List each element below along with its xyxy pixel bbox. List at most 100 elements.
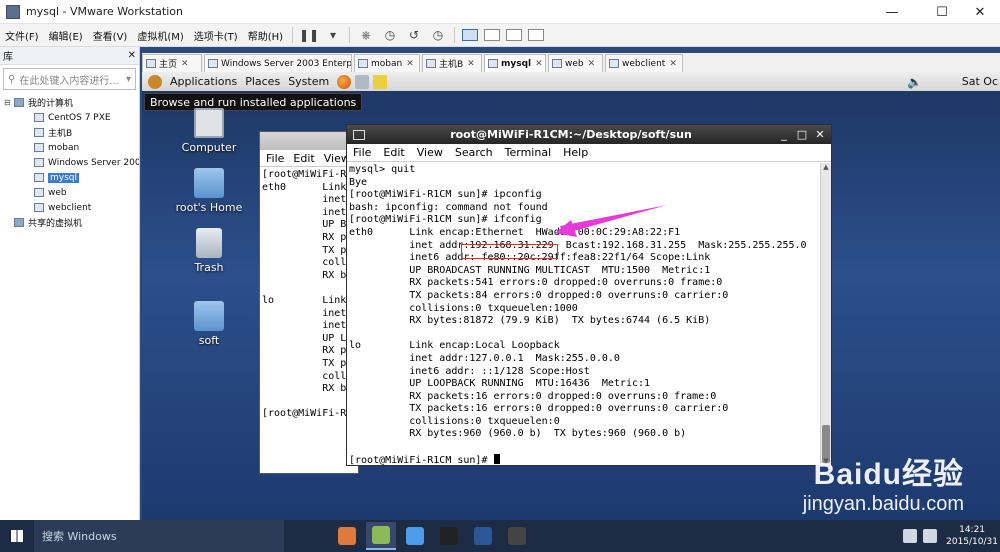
tab-webclient[interactable]: webclient ✕ (605, 54, 683, 72)
menu-file[interactable]: File (266, 152, 284, 165)
menu-help[interactable]: 帮助(H) (243, 28, 288, 43)
terminal-line: UP BR (262, 219, 353, 231)
snapshot-manager-icon[interactable]: ◷ (427, 25, 449, 45)
dropdown-arrow-icon[interactable]: ▾ (322, 25, 344, 45)
close-icon[interactable]: ✕ (406, 59, 414, 69)
terminal-line: inet addr:127.0.0.1 Mask:255.0.0.0 (349, 352, 620, 364)
terminal-scrollbar[interactable]: ▲ ▼ (820, 163, 831, 465)
places-menu[interactable]: Places (245, 75, 280, 88)
terminal-line: RX bytes:960 (960.0 b) TX bytes:960 (960… (349, 428, 687, 440)
terminal-line: RX pa (262, 231, 353, 243)
mail-icon[interactable] (355, 74, 370, 89)
desktop-icon-trash[interactable]: Trash (169, 228, 249, 274)
menu-help[interactable]: Help (563, 146, 588, 159)
terminal-output[interactable]: mysql> quit Bye [root@MiWiFi-R1CM sun]# … (347, 163, 821, 465)
menu-view[interactable]: 查看(V) (88, 28, 133, 43)
taskbar-app-firefox[interactable] (332, 522, 362, 550)
desktop-icon-soft[interactable]: soft (169, 301, 249, 347)
network-icon[interactable] (903, 529, 918, 543)
close-icon[interactable]: ✕ (588, 59, 596, 69)
taskbar-app-vmware[interactable] (366, 522, 396, 550)
close-icon[interactable]: ✕ (181, 59, 189, 69)
close-icon[interactable]: ✕ (535, 59, 543, 69)
terminal-window[interactable]: root@MiWiFi-R1CM:~/Desktop/soft/sun _ □ … (346, 124, 832, 466)
minimize-button[interactable]: — (872, 0, 912, 24)
tree-item-my-computer[interactable]: ⊟ 我的计算机 (0, 95, 139, 110)
snapshot-icon[interactable]: ◷ (379, 25, 401, 45)
taskbar-search-box[interactable]: 搜索 Windows (34, 520, 284, 552)
guest-clock[interactable]: Sat Oc (962, 75, 998, 88)
menu-edit[interactable]: Edit (293, 152, 314, 165)
tree-item-webclient[interactable]: webclient (0, 200, 139, 215)
desktop-icon-computer[interactable]: Computer (169, 108, 249, 154)
taskbar-time: 14:21 (959, 525, 986, 535)
menu-edit[interactable]: Edit (383, 146, 404, 159)
tab-mysql[interactable]: mysql ✕ (484, 54, 546, 72)
library-search-input[interactable]: ⚲ 在此处键入内容进行... ▾ (3, 68, 136, 90)
close-icon[interactable]: ✕ (669, 59, 677, 69)
library-title: 库 (3, 52, 13, 63)
minimize-button[interactable]: _ (777, 128, 791, 141)
taskbar-clock[interactable]: 14:21 2015/10/31 (946, 524, 998, 548)
menu-vm[interactable]: 虚拟机(M) (132, 28, 188, 43)
maximize-button[interactable]: □ (795, 128, 809, 141)
taskbar-app-image[interactable] (502, 522, 532, 550)
tree-item-mysql[interactable]: mysql (0, 170, 139, 185)
note-icon[interactable] (373, 74, 388, 89)
tree-item-centos[interactable]: CentOS 7 PXE (0, 110, 139, 125)
fullscreen-icon[interactable] (506, 29, 523, 41)
terminal-line: TX packets:84 errors:0 dropped:0 overrun… (349, 289, 729, 301)
taskbar-app-word[interactable] (468, 522, 498, 550)
desktop-icon-home[interactable]: root's Home (169, 168, 249, 214)
close-icon[interactable]: ✕ (467, 59, 475, 69)
show-library-icon[interactable] (462, 29, 479, 41)
tab-moban[interactable]: moban ✕ (354, 54, 420, 72)
tab-windows-server[interactable]: Windows Server 2003 Enterpr... ✕ (204, 54, 352, 72)
terminal-title-bar[interactable]: root@MiWiFi-R1CM:~/Desktop/soft/sun _ □ … (347, 125, 831, 144)
pause-icon[interactable]: ❚❚ (298, 25, 320, 45)
taskbar-app-notes[interactable] (400, 522, 430, 550)
close-button[interactable]: ✕ (960, 0, 1000, 24)
tree-item-label: moban (48, 142, 80, 153)
volume-icon[interactable] (923, 529, 938, 543)
start-button[interactable] (0, 520, 34, 552)
menu-edit[interactable]: 编辑(E) (44, 28, 88, 43)
gnome-foot-icon[interactable] (148, 74, 162, 89)
scroll-up-icon[interactable]: ▲ (821, 163, 831, 171)
taskbar-app-console[interactable] (434, 522, 464, 550)
tree-item-web[interactable]: web (0, 185, 139, 200)
tab-home[interactable]: 主页 ✕ (142, 54, 202, 72)
menu-view[interactable]: View (417, 146, 443, 159)
terminal-title-bar[interactable] (260, 132, 358, 150)
unity-icon[interactable] (528, 29, 545, 41)
background-terminal-window[interactable]: File Edit View [root@MiWiFi-R1 eth0 Link… (259, 131, 359, 474)
terminal-output[interactable]: [root@MiWiFi-R1 eth0 Link inet inet UP B… (260, 167, 358, 423)
menu-terminal[interactable]: Terminal (505, 146, 552, 159)
tree-item-moban[interactable]: moban (0, 140, 139, 155)
terminal-line: inet6 addr: ::1/128 Scope:Host (349, 365, 590, 377)
maximize-button[interactable]: ☐ (922, 0, 962, 24)
library-close-icon[interactable]: ✕ (128, 50, 136, 61)
tree-item-label: CentOS 7 PXE (48, 112, 111, 123)
firefox-icon[interactable] (337, 74, 352, 89)
volume-icon[interactable]: 🔈 (907, 75, 922, 89)
menu-file[interactable]: 文件(F) (0, 28, 44, 43)
menu-tabs[interactable]: 选项卡(T) (189, 28, 243, 43)
tree-item-windows-server[interactable]: Windows Server 2003 (0, 155, 139, 170)
tree-item-host-b[interactable]: 主机B (0, 125, 139, 140)
applications-menu[interactable]: Applications (170, 75, 237, 88)
windows-taskbar: 搜索 Windows 14:21 2015/10/31 (0, 520, 1000, 552)
chevron-down-icon[interactable]: ▾ (126, 74, 131, 85)
terminal-body[interactable]: mysql> quit Bye [root@MiWiFi-R1CM sun]# … (347, 163, 821, 465)
menu-file[interactable]: File (353, 146, 371, 159)
system-menu[interactable]: System (288, 75, 329, 88)
collapse-icon[interactable]: ⊟ (4, 98, 12, 107)
thumbnail-bar-icon[interactable] (484, 29, 501, 41)
menu-search[interactable]: Search (455, 146, 493, 159)
tree-item-shared-vms[interactable]: 共享的虚拟机 (0, 215, 139, 230)
close-button[interactable]: ✕ (813, 128, 827, 141)
tab-host-b[interactable]: 主机B ✕ (422, 54, 482, 72)
send-ctrl-alt-del-icon[interactable]: ⎈ (355, 25, 377, 45)
tab-web[interactable]: web ✕ (548, 54, 603, 72)
revert-snapshot-icon[interactable]: ↺ (403, 25, 425, 45)
